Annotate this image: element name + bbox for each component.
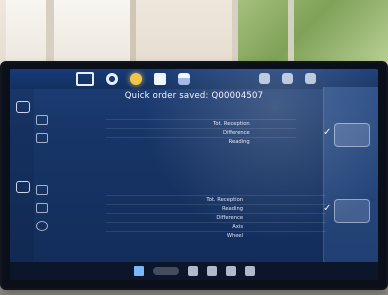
check-icon — [323, 127, 332, 138]
left-nav — [10, 89, 34, 262]
layout-icon[interactable] — [282, 73, 293, 84]
table-2: Tot. Reception Reading Difference Axis W… — [106, 193, 326, 240]
section-2-icons — [36, 185, 54, 231]
print-icon[interactable] — [178, 73, 190, 85]
person-icon — [36, 115, 48, 125]
cell — [275, 232, 288, 241]
app-screen: Quick order saved: Q00004507 ✓ ✓ Tot. Re… — [10, 69, 378, 280]
play-icon[interactable] — [76, 72, 94, 86]
cell — [275, 214, 288, 223]
bike-icon — [36, 133, 48, 143]
table-2-row: Wheel — [106, 231, 326, 241]
cell — [283, 138, 296, 147]
cell — [269, 129, 282, 138]
cell — [288, 223, 301, 232]
cell — [288, 205, 301, 214]
app-icon-3[interactable] — [225, 266, 236, 276]
row-label: Difference — [222, 130, 250, 136]
table-1-row: Difference — [106, 128, 296, 138]
monitor: Quick order saved: Q00004507 ✓ ✓ Tot. Re… — [2, 63, 386, 288]
cell — [300, 223, 313, 232]
cell — [269, 138, 282, 147]
cell — [313, 196, 326, 205]
cell — [256, 129, 269, 138]
cell — [275, 223, 288, 232]
toolbar-right — [259, 73, 316, 84]
cell — [313, 205, 326, 214]
section-1-icons — [36, 115, 54, 143]
app-icon-1[interactable] — [187, 266, 198, 276]
cell — [313, 214, 326, 223]
table-1-row: Tot. Reception — [106, 119, 296, 129]
cell — [300, 214, 313, 223]
cell — [283, 120, 296, 129]
cell — [313, 223, 326, 232]
sun-icon[interactable] — [130, 73, 142, 85]
cell — [262, 205, 275, 214]
table-2-row: Reading — [106, 204, 326, 214]
taskbar — [10, 262, 378, 280]
cell — [249, 214, 262, 223]
cell — [269, 120, 282, 129]
window-right — [232, 0, 388, 62]
cell — [256, 138, 269, 147]
row-label: Difference — [216, 215, 244, 221]
window-left — [6, 0, 136, 70]
thumbnail-2[interactable] — [334, 199, 370, 223]
cell — [262, 196, 275, 205]
cell — [249, 223, 262, 232]
bike-icon — [36, 203, 48, 213]
cell — [256, 120, 269, 129]
cell — [288, 232, 301, 241]
person-icon — [36, 185, 48, 195]
row-label: Axis — [232, 224, 244, 230]
minimize-icon[interactable] — [305, 73, 316, 84]
cell — [262, 223, 275, 232]
row-label: Tot. Reception — [206, 197, 244, 203]
table-2-row: Tot. Reception — [106, 195, 326, 205]
circle-icon — [36, 221, 48, 231]
document-icon[interactable] — [154, 73, 166, 85]
row-label: Reading — [228, 139, 250, 145]
search-icon[interactable] — [152, 267, 179, 275]
row-label: Reading — [222, 206, 244, 212]
top-toolbar — [10, 69, 378, 89]
cell — [300, 196, 313, 205]
cell — [288, 214, 301, 223]
cell — [288, 196, 301, 205]
row-label: Wheel — [226, 233, 244, 239]
table-2-row: Difference — [106, 213, 326, 223]
cell — [275, 205, 288, 214]
cell — [249, 205, 262, 214]
app-icon-2[interactable] — [206, 266, 217, 276]
cell — [313, 232, 326, 241]
table-1-row: Reading — [106, 137, 296, 147]
table-1-grid: Tot. Reception Difference Reading — [106, 117, 296, 146]
cell — [249, 232, 262, 241]
cell — [262, 214, 275, 223]
row-label: Tot. Reception — [213, 121, 250, 127]
cell — [262, 232, 275, 241]
right-sidebar — [323, 87, 378, 262]
window-icon[interactable] — [259, 73, 270, 84]
cell — [283, 129, 296, 138]
thumbnail-1[interactable] — [334, 123, 370, 147]
gear-icon[interactable] — [106, 73, 118, 85]
cell — [300, 232, 313, 241]
cell — [249, 196, 262, 205]
cell — [300, 205, 313, 214]
cell — [275, 196, 288, 205]
start-icon[interactable] — [133, 266, 144, 276]
app-icon-4[interactable] — [244, 266, 255, 276]
table-2-row: Axis — [106, 222, 326, 232]
table-2-grid: Tot. Reception Reading Difference Axis W… — [106, 193, 326, 240]
table-1: Tot. Reception Difference Reading — [106, 117, 296, 146]
list-icon[interactable] — [16, 181, 30, 193]
